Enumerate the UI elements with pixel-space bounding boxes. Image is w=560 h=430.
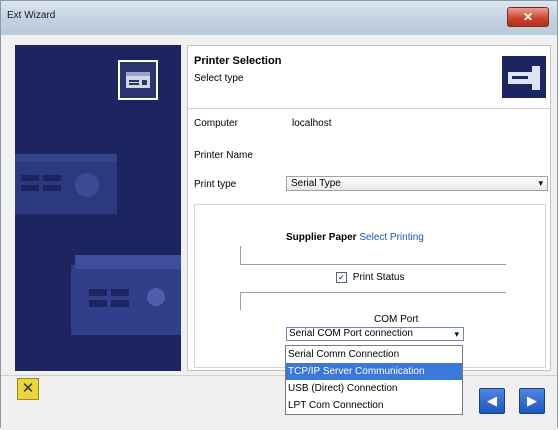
- connection-sub-label: COM Port: [374, 314, 419, 325]
- page-title: Printer Selection: [194, 55, 282, 67]
- content-panel: Printer Selection Select type Computer l…: [187, 45, 551, 371]
- hint-text: Supplier Paper Select Printing: [286, 232, 424, 243]
- connection-selected: Serial COM Port connection: [289, 328, 413, 339]
- computer-value: localhost: [292, 118, 332, 129]
- options-group: [194, 204, 546, 368]
- print-type-label: Print type: [194, 179, 237, 190]
- arrow-right-icon: ▶: [527, 393, 537, 408]
- print-status-option[interactable]: ✓ Print Status: [336, 272, 404, 283]
- close-button[interactable]: ✕: [507, 7, 549, 27]
- connection-select[interactable]: Serial COM Port connection ▾: [286, 327, 464, 341]
- print-type-select[interactable]: Serial Type ▾: [286, 176, 548, 191]
- hint-bold: Supplier Paper: [286, 232, 357, 243]
- divider-vertical-1: [240, 246, 241, 264]
- printer-name-label: Printer Name: [194, 150, 253, 161]
- cancel-icon: ✕: [21, 380, 35, 397]
- chevron-down-icon: ▾: [454, 329, 459, 339]
- wizard-window: Ext Wizard ✕ Printer Selection Select ty…: [0, 0, 558, 430]
- close-icon: ✕: [522, 10, 534, 24]
- hint-link[interactable]: Select Printing: [359, 232, 423, 243]
- window-title: Ext Wizard: [7, 10, 56, 21]
- connection-option-highlighted[interactable]: TCP/IP Server Communication: [286, 363, 462, 380]
- arrow-left-icon: ◀: [487, 393, 497, 408]
- cancel-button[interactable]: ✕: [17, 378, 39, 400]
- print-type-value: Serial Type: [291, 178, 341, 189]
- connection-option[interactable]: Serial Comm Connection: [286, 346, 462, 363]
- wizard-footer: ✕ ◀ ▶: [1, 375, 557, 430]
- connection-options-list: Serial Comm Connection TCP/IP Server Com…: [285, 345, 463, 415]
- back-button[interactable]: ◀: [479, 388, 505, 414]
- print-status-checkbox[interactable]: ✓: [336, 272, 347, 283]
- divider-horizontal-1: [240, 264, 506, 265]
- print-status-label: Print Status: [352, 272, 405, 284]
- connection-option[interactable]: LPT Com Connection: [286, 397, 462, 414]
- divider-vertical-2: [240, 292, 241, 310]
- next-button[interactable]: ▶: [519, 388, 545, 414]
- device-rack-illustration: [15, 154, 181, 335]
- computer-label: Computer: [194, 118, 238, 129]
- chevron-down-icon: ▾: [538, 178, 543, 188]
- printer-icon: [502, 56, 546, 98]
- connection-option[interactable]: USB (Direct) Connection: [286, 380, 462, 397]
- sidebar-panel: [15, 45, 181, 371]
- title-bar: Ext Wizard ✕: [1, 1, 557, 35]
- divider-horizontal-2: [240, 292, 506, 293]
- header-band: Printer Selection Select type: [188, 46, 550, 109]
- page-subtitle: Select type: [194, 73, 244, 84]
